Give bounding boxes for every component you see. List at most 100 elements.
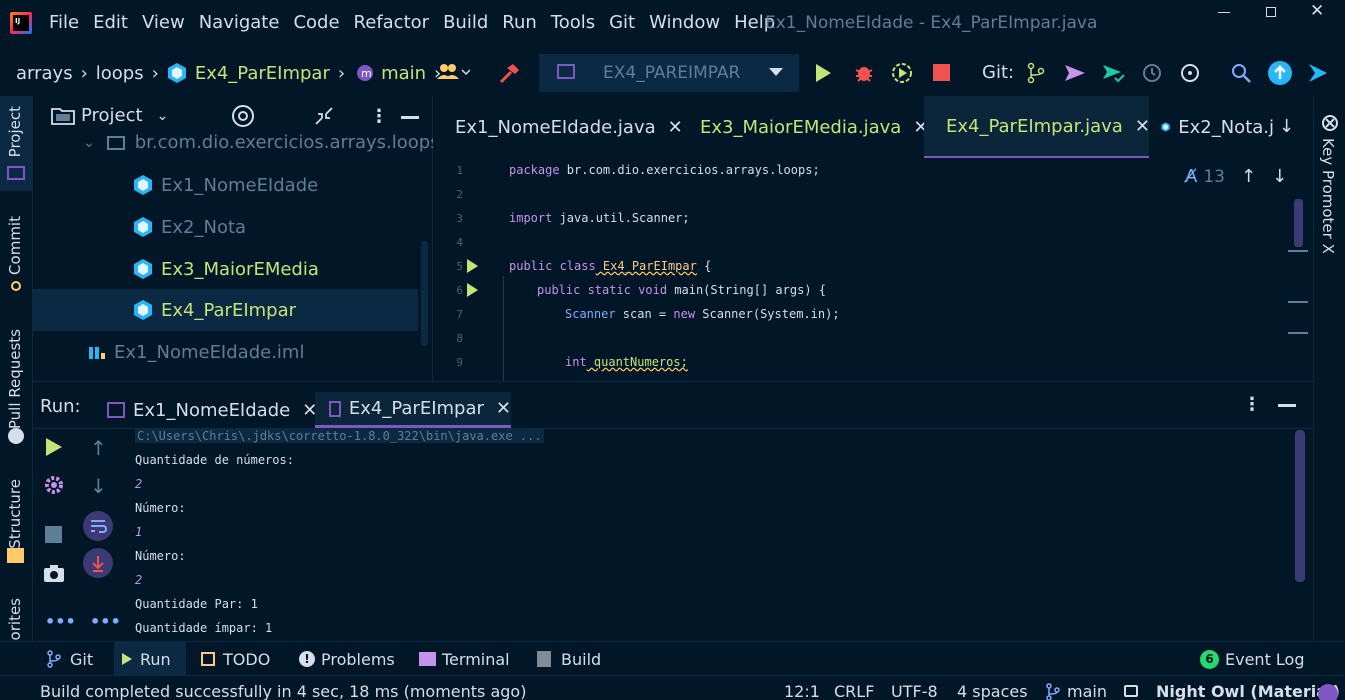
key-promoter-tool-button[interactable]: Key Promoter X <box>1319 138 1337 254</box>
code-line-6[interactable]: public static void main(String[] args) { <box>537 283 826 297</box>
theme-name[interactable]: Night Owl (Material) <box>1156 682 1340 700</box>
close-tab-icon[interactable]: ✕ <box>496 398 511 419</box>
settings-gear-icon[interactable] <box>43 474 65 496</box>
hammer-icon[interactable] <box>497 62 521 86</box>
console-scrollbar[interactable] <box>1295 430 1305 582</box>
next-highlight-icon[interactable]: ↓ <box>1272 166 1287 187</box>
run-options-icon[interactable]: ⋮ <box>1243 394 1261 415</box>
bottom-tool-run-active[interactable]: Run <box>114 642 186 676</box>
console-command-line[interactable]: C:\Users\Chris\.jdks\corretto-1.8.0_322\… <box>135 429 544 443</box>
caret-position[interactable]: 12:1 <box>784 682 820 700</box>
minimize-icon[interactable] <box>1218 12 1230 13</box>
git-branches-icon[interactable] <box>1025 62 1047 84</box>
tool-window-pull-requests-button[interactable]: Pull Requests <box>0 324 33 449</box>
locate-file-icon[interactable] <box>232 105 254 127</box>
soft-wrap-icon[interactable] <box>83 511 113 541</box>
git-branch-widget[interactable]: main <box>1045 682 1107 700</box>
git-push-icon[interactable] <box>1063 62 1087 84</box>
tree-item-ex3[interactable]: Ex3_MaiorEMedia <box>133 258 319 280</box>
bottom-tool-terminal[interactable]: Terminal <box>419 642 510 676</box>
tree-item-ex2[interactable]: Ex2_Nota <box>133 216 246 238</box>
search-icon[interactable] <box>1230 62 1252 84</box>
tree-item-ex4-selected[interactable]: Ex4_ParEImpar <box>33 289 418 331</box>
tab-ex3[interactable]: Ex3_MaiorEMedia.java ✕ <box>678 96 928 158</box>
hide-run-panel-icon[interactable] <box>1278 404 1296 407</box>
breadcrumb-loops[interactable]: loops <box>96 63 144 84</box>
run-tab-ex4-active[interactable]: Ex4_ParEImpar ✕ <box>315 392 511 428</box>
git-commit-icon[interactable] <box>1101 62 1125 86</box>
profile-icon[interactable] <box>891 62 913 84</box>
menu-run[interactable]: Run <box>502 12 537 33</box>
scroll-to-end-icon[interactable] <box>83 548 113 578</box>
error-stripe-mark[interactable] <box>1288 332 1308 334</box>
run-main-gutter-icon[interactable] <box>467 283 478 297</box>
run-config-select[interactable]: EX4_PAREIMPAR <box>539 54 799 92</box>
tab-ex2[interactable]: Ex2_Nota.j <box>1149 96 1274 158</box>
tree-item-iml[interactable]: Ex1_NomeEIdade.iml <box>88 342 304 363</box>
tool-window-project-button[interactable]: Project <box>0 96 33 191</box>
project-header[interactable]: Project ⌄ <box>51 105 168 126</box>
menu-view[interactable]: View <box>142 12 185 33</box>
more-right-icon[interactable]: ••• <box>90 612 121 631</box>
menu-refactor[interactable]: Refactor <box>354 12 430 33</box>
breadcrumb-class[interactable]: Ex4_ParEImpar <box>195 63 330 84</box>
tool-window-favorites-button[interactable]: orites <box>0 594 33 640</box>
rollback-icon[interactable] <box>1179 62 1201 84</box>
inspection-widget[interactable]: A̸ 13 ↑ ↓ <box>1185 166 1287 187</box>
bottom-tool-todo[interactable]: TODO <box>201 642 270 676</box>
project-scrollbar[interactable] <box>421 241 428 346</box>
error-stripe-mark[interactable] <box>1288 301 1308 303</box>
run-icon[interactable] <box>816 64 831 82</box>
stop-process-icon[interactable] <box>45 526 62 543</box>
code-line-9[interactable]: int quantNumeros; <box>565 355 688 369</box>
users-icon[interactable] <box>436 62 470 82</box>
menu-git[interactable]: Git <box>609 12 635 33</box>
hide-panel-icon[interactable] <box>401 116 419 119</box>
close-tab-icon[interactable]: ✕ <box>1135 116 1150 137</box>
line-separator[interactable]: CRLF <box>834 682 874 700</box>
breadcrumb-arrays[interactable]: arrays <box>16 63 73 84</box>
maximize-icon[interactable] <box>1266 7 1276 17</box>
editor-scrollbar[interactable] <box>1294 199 1303 247</box>
bottom-tool-build[interactable]: Build <box>537 642 601 676</box>
bottom-tool-problems[interactable]: ! Problems <box>299 642 395 676</box>
menu-window[interactable]: Window <box>649 12 720 33</box>
rerun-icon[interactable] <box>46 438 62 456</box>
bottom-tool-event-log[interactable]: 6 Event Log <box>1200 642 1305 676</box>
code-with-me-icon[interactable] <box>1307 62 1329 84</box>
run-tab-ex1[interactable]: Ex1_NomeEIdade ✕ <box>107 392 317 428</box>
bottom-tool-git[interactable]: Git <box>46 642 93 676</box>
more-left-icon[interactable]: ••• <box>45 612 76 631</box>
menu-file[interactable]: File <box>49 12 79 33</box>
update-icon[interactable] <box>1268 61 1292 85</box>
tool-window-structure-button[interactable]: Structure <box>0 474 33 569</box>
code-line-1[interactable]: package br.com.dio.exercicios.arrays.loo… <box>509 163 820 177</box>
menu-edit[interactable]: Edit <box>93 12 128 33</box>
camera-icon[interactable] <box>43 563 65 583</box>
code-line-7[interactable]: Scanner scan = new Scanner(System.in); <box>565 307 840 321</box>
scroll-down-icon[interactable]: ↓ <box>90 474 107 498</box>
tab-ex1[interactable]: Ex1_NomeEIdade.java ✕ <box>433 96 683 158</box>
menu-code[interactable]: Code <box>293 12 339 33</box>
tab-ex4-active[interactable]: Ex4_ParEImpar.java ✕ <box>924 96 1150 158</box>
theme-icon[interactable] <box>1318 684 1338 700</box>
collapse-all-icon[interactable] <box>313 105 335 127</box>
lock-icon[interactable] <box>1124 685 1138 697</box>
indent-setting[interactable]: 4 spaces <box>957 682 1028 700</box>
previous-highlight-icon[interactable]: ↑ <box>1241 166 1256 187</box>
tab-list-icon[interactable]: ↓ <box>1279 116 1294 137</box>
tool-window-commit-button[interactable]: Commit <box>0 206 33 301</box>
menu-tools[interactable]: Tools <box>551 12 595 33</box>
tree-package[interactable]: ⌄ br.com.dio.exercicios.arrays.loops <box>83 132 440 153</box>
file-encoding[interactable]: UTF-8 <box>891 682 938 700</box>
run-class-gutter-icon[interactable] <box>467 259 478 273</box>
code-line-5[interactable]: public class Ex4_ParEImpar { <box>509 259 711 273</box>
status-message[interactable]: Build completed successfully in 4 sec, 1… <box>40 682 526 700</box>
scroll-up-icon[interactable]: ↑ <box>90 436 107 460</box>
stop-icon[interactable] <box>933 64 950 81</box>
error-stripe-mark[interactable] <box>1288 250 1308 252</box>
debug-icon[interactable] <box>853 62 875 84</box>
menu-navigate[interactable]: Navigate <box>199 12 280 33</box>
options-menu-icon[interactable]: ⋮ <box>370 106 388 127</box>
code-line-3[interactable]: import java.util.Scanner; <box>509 211 690 225</box>
